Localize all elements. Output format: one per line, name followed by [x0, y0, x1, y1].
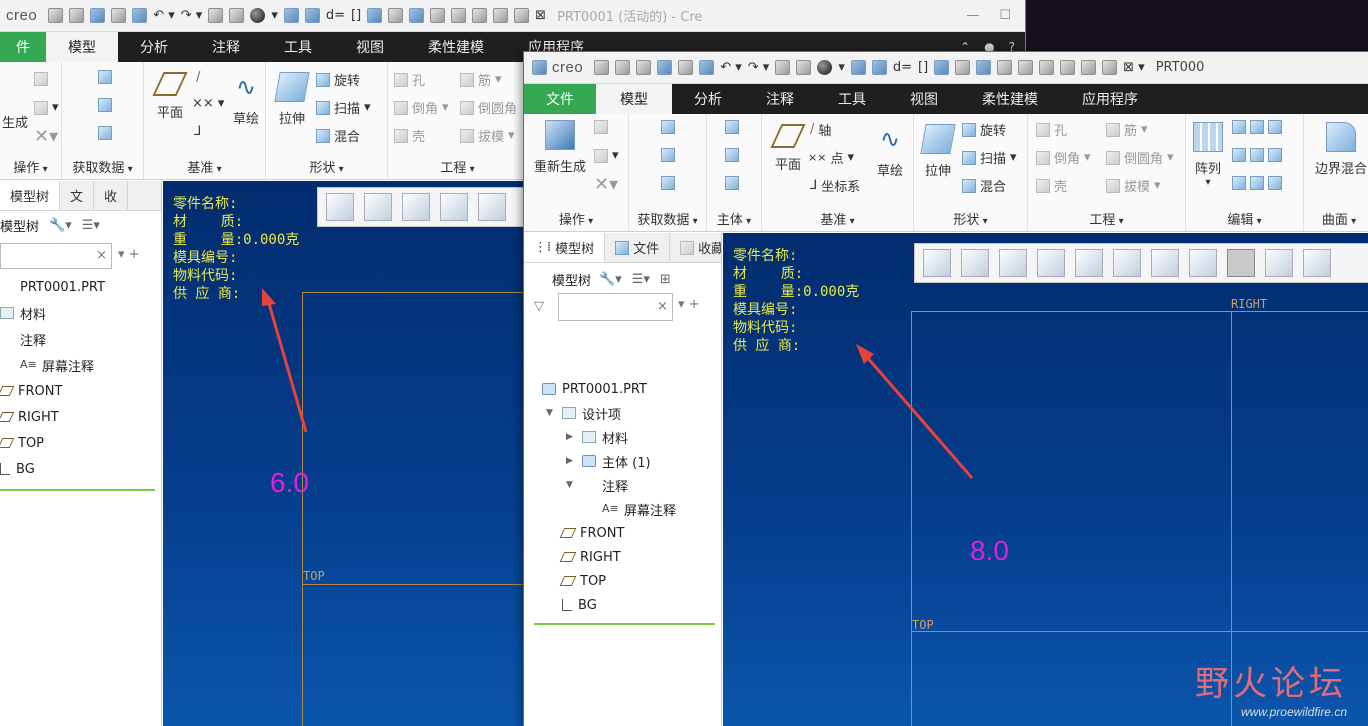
arrow-back-head: [262, 288, 276, 306]
annotation-arrows: [262, 288, 974, 479]
arrow-front-line: [864, 355, 974, 479]
arrow-back-line: [266, 299, 308, 433]
